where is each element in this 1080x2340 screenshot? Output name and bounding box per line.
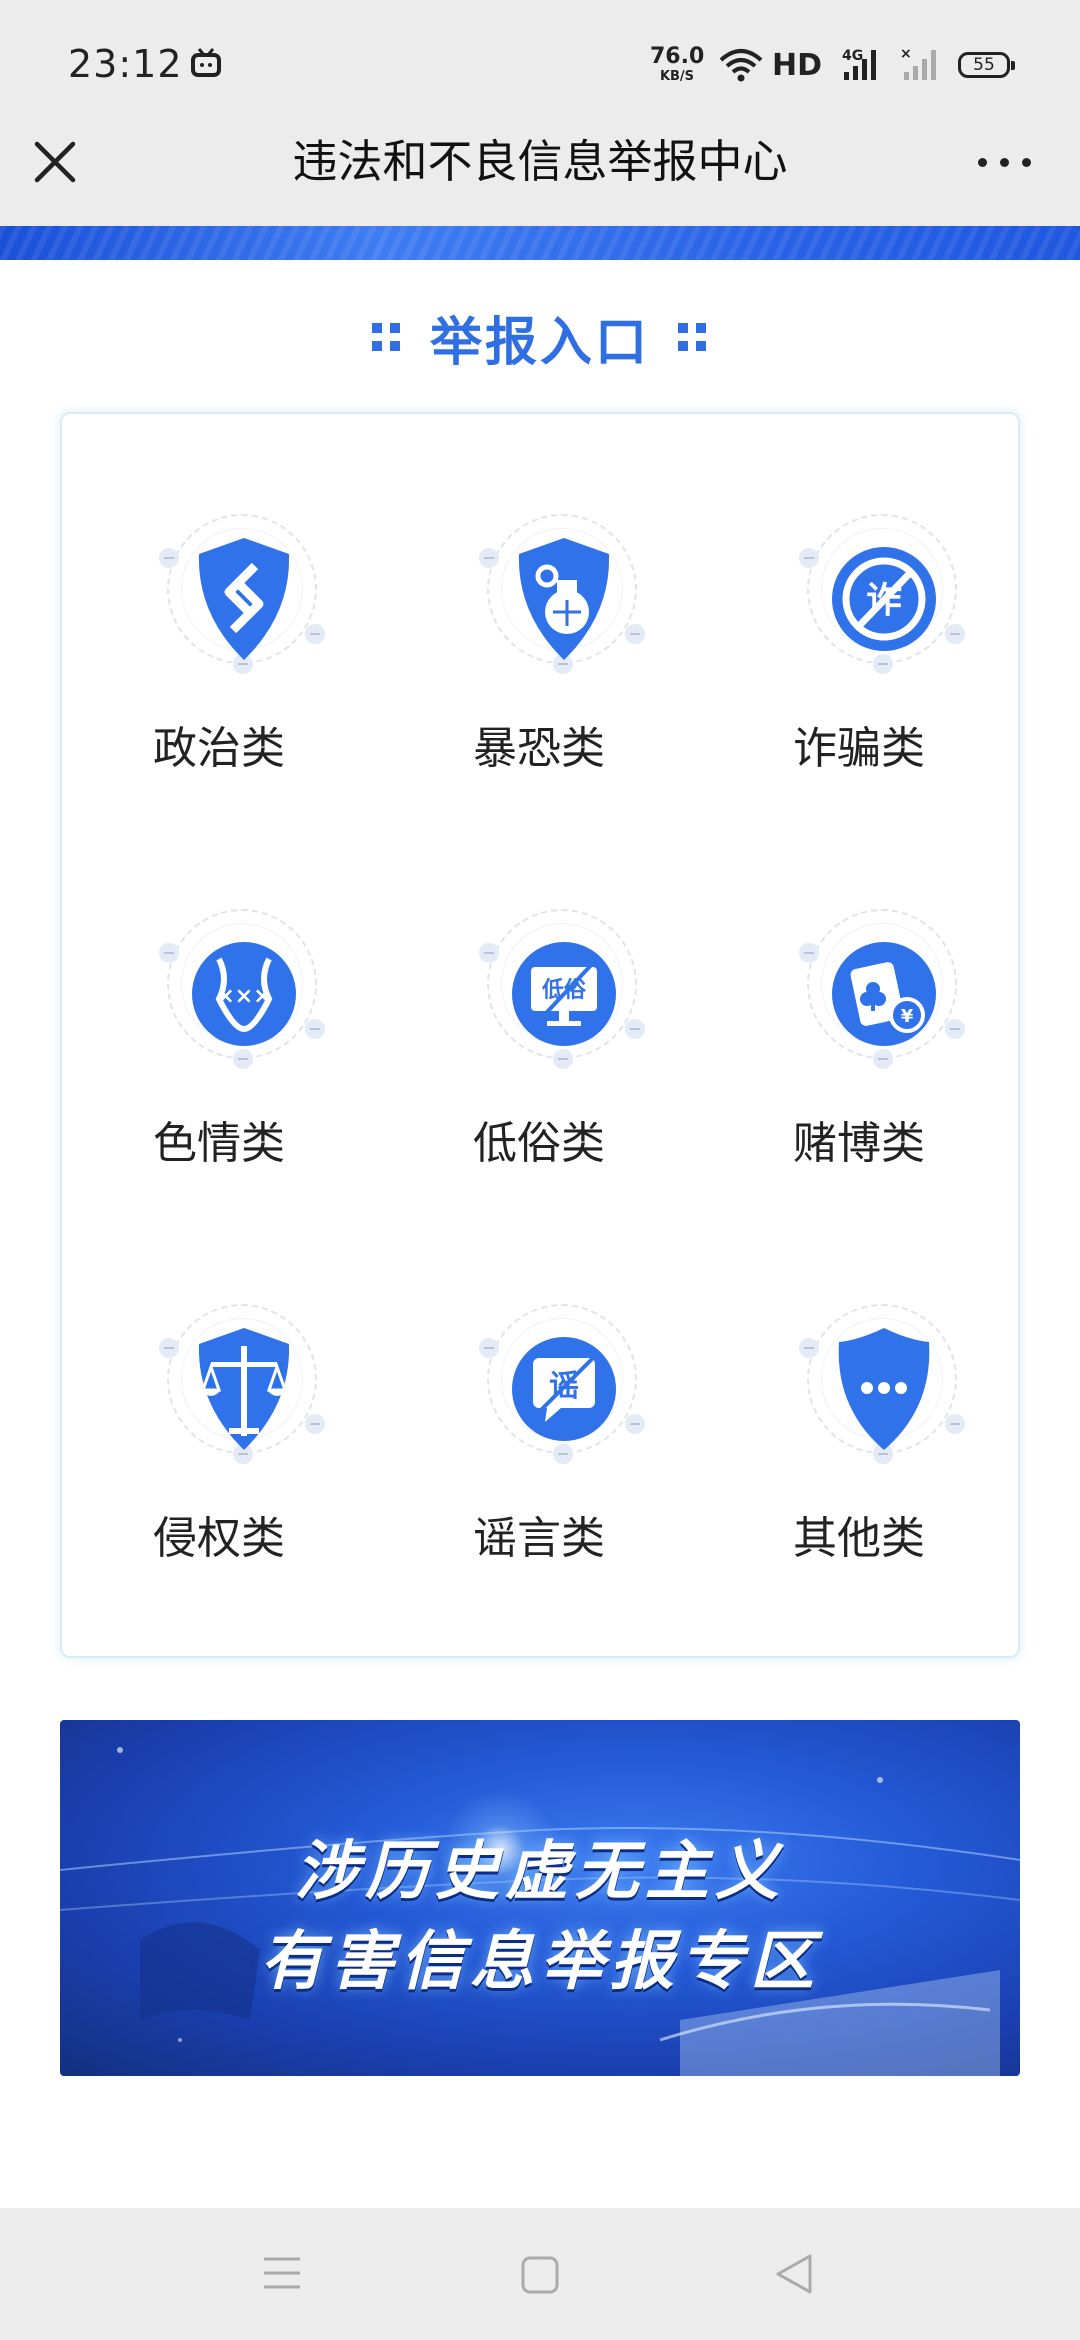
category-label: 谣言类 xyxy=(473,1513,605,1564)
banner-title-line2: 有害信息举报专区 xyxy=(260,1925,820,1999)
home-icon[interactable] xyxy=(520,2255,560,2295)
category-label: 低俗类 xyxy=(473,1118,605,1169)
adult-content-icon: ××× xyxy=(192,942,296,1046)
decor-dots-icon xyxy=(678,322,708,353)
category-vulgar[interactable]: 低俗 低俗类 xyxy=(419,849,659,1169)
gambling-card-icon: ¥ xyxy=(832,942,936,1046)
page-title: 违法和不良信息举报中心 xyxy=(292,135,788,188)
political-shield-icon xyxy=(198,538,290,660)
tv-app-icon xyxy=(191,48,221,77)
svg-text:¥: ¥ xyxy=(901,1006,914,1027)
battery-level: 55 xyxy=(973,55,995,75)
section-heading: 举报入口 xyxy=(0,300,1080,373)
category-infringement[interactable]: 侵权类 xyxy=(99,1244,339,1564)
back-icon[interactable] xyxy=(774,2252,814,2296)
category-fraud[interactable]: 诈 诈骗类 xyxy=(739,454,979,774)
no-fraud-icon: 诈 xyxy=(832,547,936,651)
wifi-icon xyxy=(719,49,763,82)
network-speed: 76.0 KB/S xyxy=(650,44,705,84)
svg-text:×××: ××× xyxy=(216,984,271,1009)
svg-text:诈: 诈 xyxy=(866,580,902,621)
vulgar-monitor-icon: 低俗 xyxy=(512,942,616,1046)
network-type-label: 4G xyxy=(842,48,863,64)
network-speed-unit: KB/S xyxy=(659,69,695,84)
hd-voice-indicator: HD xyxy=(772,48,823,83)
signal-strength-icon: 4G xyxy=(842,48,876,80)
signal-secondary-icon: × xyxy=(900,46,936,80)
category-label: 色情类 xyxy=(153,1118,285,1169)
svg-text:低俗: 低俗 xyxy=(541,978,587,1003)
category-other[interactable]: 其他类 xyxy=(739,1244,979,1564)
grenade-shield-icon xyxy=(518,538,610,660)
svg-text:×: × xyxy=(900,46,912,62)
recent-apps-icon[interactable] xyxy=(262,2255,302,2291)
section-title: 举报入口 xyxy=(429,313,650,373)
category-label: 政治类 xyxy=(153,723,285,774)
category-label: 赌博类 xyxy=(793,1118,925,1169)
category-label: 其他类 xyxy=(793,1513,925,1564)
battery-icon: 55 xyxy=(958,52,1015,78)
category-political[interactable]: 政治类 xyxy=(99,454,339,774)
report-category-card: 政治类 暴恐类 诈 诈骗类 ××× 色情类 低俗 低俗类 ¥ 赌博类 侵权类 谣… xyxy=(60,412,1020,1658)
historical-nihilism-report-banner[interactable]: 涉历史虚无主义 有害信息举报专区 xyxy=(60,1720,1020,2076)
rumor-chat-icon: 谣 xyxy=(512,1337,616,1441)
scales-shield-icon xyxy=(198,1328,290,1450)
category-label: 暴恐类 xyxy=(473,723,605,774)
network-speed-value: 76.0 xyxy=(650,44,705,69)
status-time: 23:12 xyxy=(68,42,183,86)
header-banner-strip xyxy=(0,226,1080,260)
category-label: 诈骗类 xyxy=(793,723,925,774)
decor-dots-icon xyxy=(371,322,402,353)
category-gambling[interactable]: ¥ 赌博类 xyxy=(739,849,979,1169)
banner-title-line1: 涉历史虚无主义 xyxy=(295,1835,785,1909)
other-shield-icon xyxy=(838,1328,930,1450)
category-rumor[interactable]: 谣 谣言类 xyxy=(419,1244,659,1564)
category-label: 侵权类 xyxy=(153,1513,285,1564)
category-terrorism[interactable]: 暴恐类 xyxy=(419,454,659,774)
more-options-icon[interactable] xyxy=(976,140,1036,184)
category-pornography[interactable]: ××× 色情类 xyxy=(99,849,339,1169)
